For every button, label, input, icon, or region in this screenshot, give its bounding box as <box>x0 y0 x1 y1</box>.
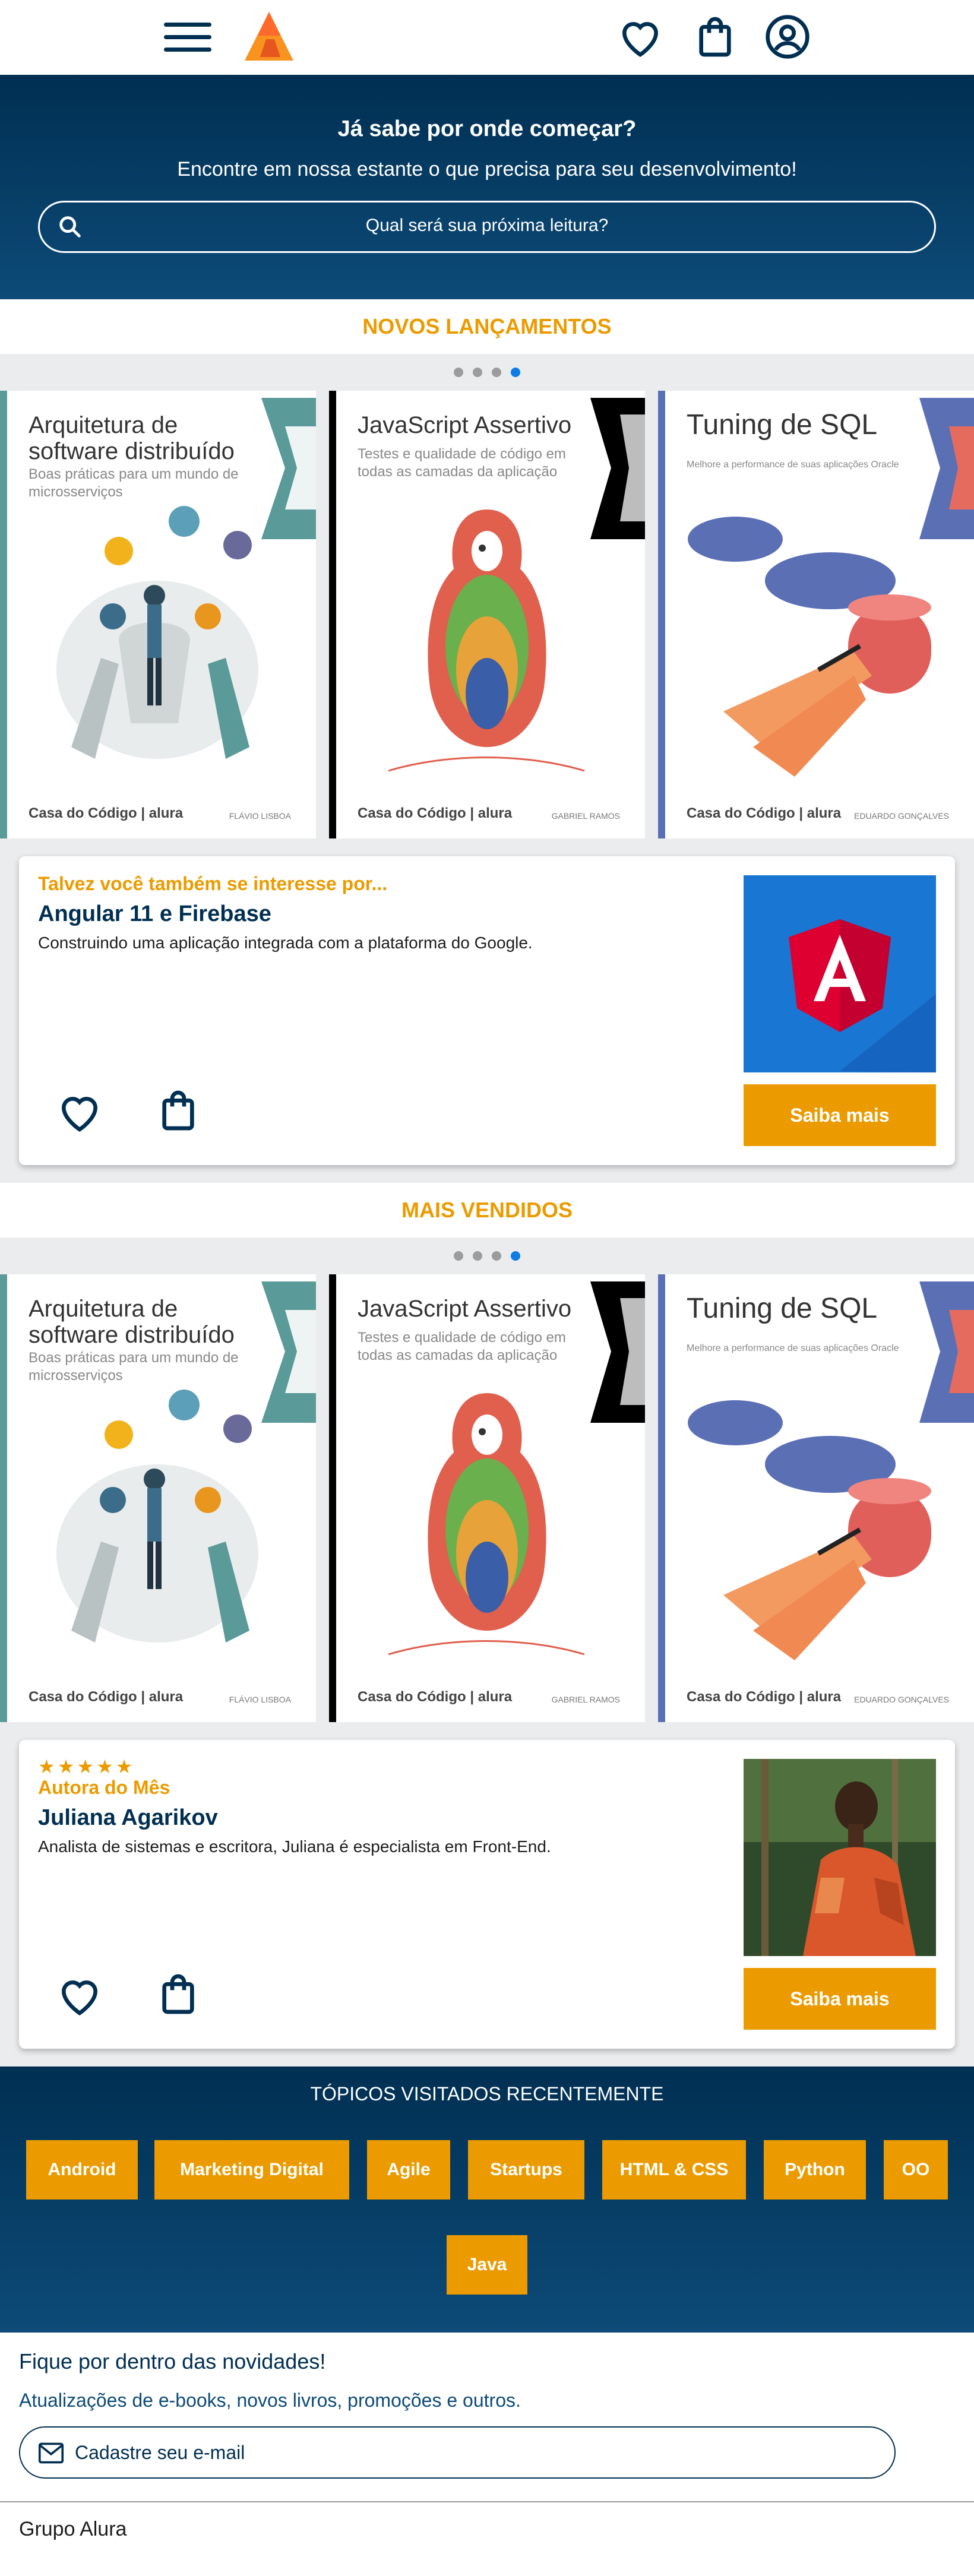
newsletter-subtitle: Atualizações de e-books, novos livros, p… <box>19 2390 521 2411</box>
carousel-dot[interactable] <box>492 1251 501 1261</box>
publisher-logo: Casa do Código | alura <box>358 1689 513 1705</box>
book-author: GABRIEL RAMOS <box>551 811 620 821</box>
book-subtitle: Testes e qualidade de código em todas as… <box>358 446 566 480</box>
recommendation-area: Talvez você também se interesse por... A… <box>0 838 974 1183</box>
book-title: JavaScript Assertivo <box>358 412 572 438</box>
book-cover[interactable]: JavaScript Assertivo Testes e qualidade … <box>329 391 645 838</box>
book-author: FLÁVIO LISBOA <box>229 1695 291 1704</box>
book-subtitle: Melhore a performance de suas aplicações… <box>687 460 899 470</box>
hero-banner: Já sabe por onde começar? Encontre em no… <box>0 75 974 299</box>
book-subtitle: Testes e qualidade de código em todas as… <box>358 1330 566 1363</box>
book-cover[interactable]: Tuning de SQL Melhore a performance de s… <box>658 1274 974 1722</box>
search-input[interactable]: Qual será sua próxima leitura? <box>38 201 936 253</box>
carousel-dot[interactable] <box>473 368 482 377</box>
publisher-logo: Casa do Código | alura <box>358 805 513 821</box>
publisher-logo: Casa do Código | alura <box>687 1689 842 1705</box>
carousel-indicators <box>0 354 974 391</box>
carousel-dot-active[interactable] <box>511 1251 520 1261</box>
newsletter-section: Fique por dentro das novidades! Atualiza… <box>0 2333 974 2501</box>
book-cover[interactable]: Arquitetura de software distribuído Boas … <box>0 1274 316 1722</box>
card-description: Analista de sistemas e escritora, Julian… <box>38 1837 551 1856</box>
author-photo[interactable] <box>744 1759 936 1956</box>
angular-book-image[interactable] <box>744 875 936 1072</box>
topic-tag[interactable]: Python <box>764 2140 866 2200</box>
card-title[interactable]: Juliana Agarikov <box>38 1805 218 1831</box>
book-carousel: Arquitetura de software distribuído Boas … <box>0 391 974 838</box>
carousel-dot[interactable] <box>454 1251 463 1261</box>
book-cover[interactable]: Arquitetura de software distribuído Boas … <box>0 391 316 838</box>
card-kicker: Autora do Mês <box>38 1777 170 1798</box>
card-description: Construindo uma aplicação integrada com … <box>38 933 533 952</box>
book-author: FLÁVIO LISBOA <box>229 811 291 821</box>
topic-tag[interactable]: Java <box>447 2235 527 2295</box>
book-title: Tuning de SQL <box>687 1293 878 1324</box>
recent-topics-section: TÓPICOS VISITADOS RECENTEMENTE Android M… <box>0 2067 974 2333</box>
topic-tag[interactable]: Marketing Digital <box>154 2140 349 2200</box>
carousel-dot[interactable] <box>454 368 463 377</box>
book-cover[interactable]: Tuning de SQL Melhore a performance de s… <box>658 391 974 838</box>
email-signup-field[interactable]: Cadastre seu e-mail <box>19 2426 896 2479</box>
topic-tag[interactable]: HTML & CSS <box>602 2140 746 2200</box>
publisher-logo: Casa do Código | alura <box>29 805 184 821</box>
carousel-dot[interactable] <box>473 1251 482 1261</box>
publisher-logo: Casa do Código | alura <box>687 805 842 821</box>
book-cover[interactable]: JavaScript Assertivo Testes e qualidade … <box>329 1274 645 1722</box>
book-subtitle: Melhore a performance de suas aplicações… <box>687 1343 899 1353</box>
recommendation-card: Talvez você também se interesse por... A… <box>19 856 955 1165</box>
footer: Grupo Alura <box>0 2501 974 2553</box>
topics-title: TÓPICOS VISITADOS RECENTEMENTE <box>310 2083 664 2105</box>
section-title-best-sellers: MAIS VENDIDOS <box>0 1183 974 1238</box>
rating-stars: ★★★★★ <box>38 1756 135 1777</box>
learn-more-button[interactable]: Saiba mais <box>744 1968 936 2030</box>
topic-tag[interactable]: Agile <box>367 2140 450 2200</box>
topic-tag[interactable]: OO <box>884 2140 948 2200</box>
email-signup-label: Cadastre seu e-mail <box>75 2442 245 2463</box>
topic-tag[interactable]: Android <box>26 2140 138 2200</box>
book-author: GABRIEL RAMOS <box>551 1695 620 1704</box>
book-subtitle: Boas práticas para um mundo de microsser… <box>29 1350 239 1384</box>
shopping-bag-icon[interactable] <box>154 1970 202 2018</box>
footer-text[interactable]: Grupo Alura <box>19 2518 127 2541</box>
book-title: Arquitetura de software distribuído <box>29 412 235 464</box>
carousel-dot-active[interactable] <box>511 368 520 377</box>
author-card: ★★★★★ Autora do Mês Juliana Agarikov Ana… <box>19 1740 955 2049</box>
heart-icon[interactable] <box>56 1088 103 1135</box>
publisher-logo: Casa do Código | alura <box>29 1689 184 1705</box>
book-author: EDUARDO GONÇALVES <box>854 811 949 821</box>
newsletter-title: Fique por dentro das novidades! <box>19 2349 326 2374</box>
carousel-dot[interactable] <box>492 368 501 377</box>
book-title: JavaScript Assertivo <box>358 1296 572 1322</box>
book-author: EDUARDO GONÇALVES <box>854 1695 949 1704</box>
hero-subtitle: Encontre em nossa estante o que precisa … <box>177 158 797 181</box>
author-area: ★★★★★ Autora do Mês Juliana Agarikov Ana… <box>0 1722 974 2067</box>
card-title[interactable]: Angular 11 e Firebase <box>38 901 271 927</box>
carousel-indicators <box>0 1238 974 1274</box>
learn-more-button[interactable]: Saiba mais <box>744 1084 936 1146</box>
shopping-bag-icon[interactable] <box>154 1087 202 1134</box>
book-subtitle: Boas práticas para um mundo de microsser… <box>29 466 239 500</box>
topic-tag[interactable]: Startups <box>468 2140 584 2200</box>
mail-icon <box>38 2442 64 2464</box>
book-title: Tuning de SQL <box>687 409 878 441</box>
hero-title: Já sabe por onde começar? <box>337 116 637 141</box>
card-kicker: Talvez você também se interesse por... <box>38 873 388 894</box>
book-title: Arquitetura de software distribuído <box>29 1296 235 1348</box>
heart-icon[interactable] <box>56 1971 103 2019</box>
book-carousel: Arquitetura de software distribuído Boas … <box>0 1274 974 1722</box>
search-placeholder: Qual será sua próxima leitura? <box>365 216 609 235</box>
section-title-new-releases: NOVOS LANÇAMENTOS <box>0 299 974 354</box>
